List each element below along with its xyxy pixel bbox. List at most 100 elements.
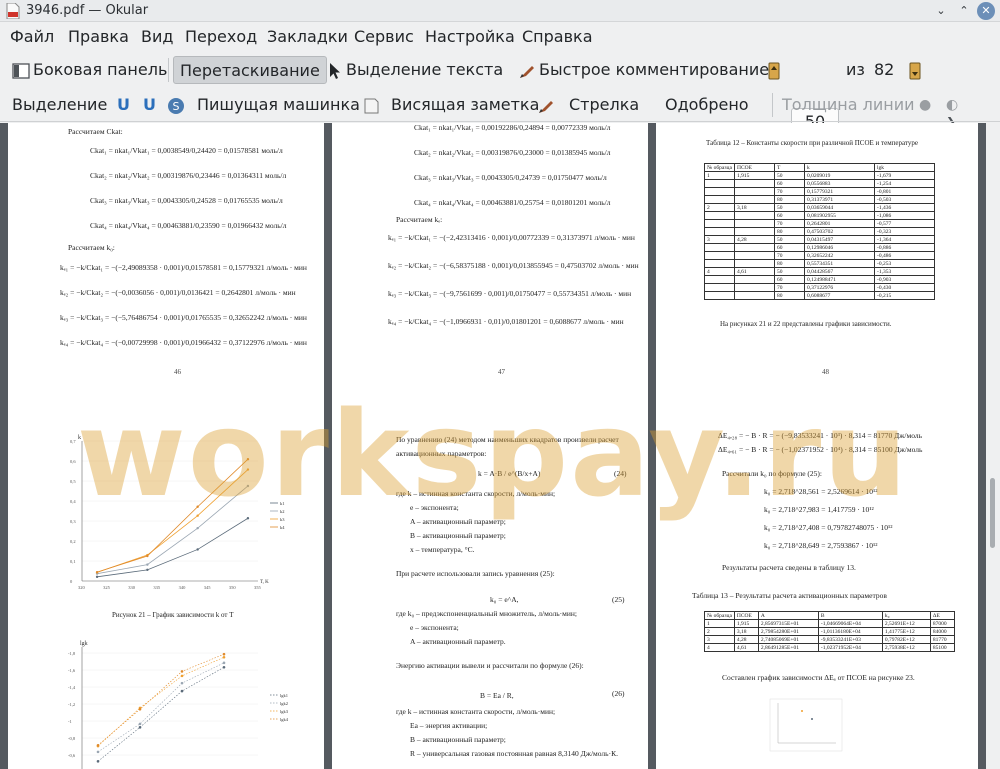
equation-24: k = A·B / e^(B/x+A)	[478, 469, 541, 478]
menu-file[interactable]: Файл	[10, 27, 54, 46]
table-cell: 1,41775E+12	[881, 627, 931, 636]
text-selection-button[interactable]: Выделение текста	[346, 56, 503, 84]
table-cell: -1,353	[874, 267, 935, 276]
series-line	[96, 458, 249, 573]
table-cell: 0,0209019	[804, 171, 875, 180]
paragraph: По уравнению (24) методом наименьших ква…	[396, 435, 619, 458]
data-point	[95, 575, 99, 579]
equation-line: Ckat₃ = nkat₃/Vkat₃ = 0,0043305/0,24528 …	[90, 196, 283, 205]
table-cell: -1,254	[874, 179, 935, 188]
next-page-icon[interactable]	[906, 62, 924, 80]
equation-line: k₀ = 2,718^27,983 = 1,417759 · 10¹²	[764, 505, 874, 514]
table-cell: 0,03659044	[804, 203, 875, 212]
table-cell: -0,801	[874, 187, 935, 196]
pop-up-note-button[interactable]: Висящая заметка	[391, 91, 539, 119]
strikeout-icon[interactable]: S	[167, 97, 185, 115]
table-cell: 50	[774, 235, 805, 244]
table-title: Таблица 12 – Константы скорости при разл…	[706, 139, 918, 147]
sidebar-button[interactable]: Боковая панель	[33, 56, 167, 84]
svg-text:S: S	[173, 100, 180, 113]
table-cell: 3	[704, 235, 735, 244]
table-cell: 70	[774, 251, 805, 260]
table-cell: -1,02371952E+04	[817, 643, 883, 652]
axis-label: T, K	[260, 580, 269, 585]
scrollbar-thumb[interactable]	[990, 478, 995, 548]
table-cell: -0,486	[874, 251, 935, 260]
tick-label: 340	[179, 585, 187, 590]
page-49: k 0,7 0,6 0,5 0,4 0,3 0,2 0,1 0 320 325 330 335 340 34…	[8, 395, 324, 769]
tick-label: 335	[153, 585, 161, 590]
table-row: 70 0,32652242 -0,486	[704, 251, 935, 260]
data-point	[96, 743, 100, 747]
table-cell: 1,915	[734, 171, 775, 180]
table-cell: 2,79854280E+01	[757, 627, 819, 636]
menu-edit[interactable]: Правка	[68, 27, 129, 46]
menu-settings[interactable]: Настройка	[425, 27, 515, 46]
menu-view[interactable]: Вид	[141, 27, 173, 46]
minimize-icon[interactable]: ⌄	[932, 2, 950, 20]
highlight-button[interactable]: Выделение	[12, 91, 107, 119]
typewriter-button[interactable]: Пишущая машинка	[197, 91, 360, 119]
series-line	[97, 517, 249, 578]
table-cell: -1,364	[874, 235, 935, 244]
underline-icon[interactable]: U	[117, 91, 130, 119]
definition: R – универсальная газовая постоянная рав…	[410, 749, 618, 758]
quick-comment-icon	[520, 66, 534, 78]
table-cell	[734, 291, 775, 300]
table-cell: 0,47503702	[804, 227, 875, 236]
document-view[interactable]: Рассчитаем Ckat: Ckat₁ = nkat₁/Vkat₁ = 0…	[0, 123, 986, 769]
table-cell: 0,79782E+12	[881, 635, 931, 644]
opacity-icon[interactable]: ◐	[946, 91, 958, 119]
tick-label: 345	[204, 585, 212, 590]
tick-label: 0,1	[70, 559, 76, 565]
squiggle-icon[interactable]: U	[143, 91, 156, 119]
previous-page-icon[interactable]	[765, 62, 783, 80]
table-cell: 50	[774, 203, 805, 212]
table-header-cell: lgk	[874, 163, 935, 172]
table-cell	[704, 291, 735, 300]
table-cell	[704, 219, 735, 228]
pdf-file-icon	[6, 3, 20, 19]
page-total-label: 82	[874, 60, 895, 79]
definition: B – активационный параметр;	[410, 735, 506, 744]
legend-label: lgk4	[280, 717, 289, 722]
drag-mode-button[interactable]: Перетаскивание	[173, 56, 327, 84]
quick-comment-button[interactable]: Быстрое комментирование	[539, 56, 769, 84]
table-cell: 2,52691E+12	[881, 619, 931, 628]
equation-number: (24)	[614, 469, 627, 478]
color-icon[interactable]: ●	[919, 91, 931, 119]
menu-tools[interactable]: Сервис	[354, 27, 414, 46]
table-cell	[734, 259, 775, 268]
close-icon[interactable]: ✕	[977, 2, 995, 20]
menu-bookmarks[interactable]: Закладки	[267, 27, 348, 46]
table-cell	[704, 251, 735, 260]
legend-label: k1	[280, 501, 285, 506]
arrow-button[interactable]: Стрелка	[569, 91, 639, 119]
tick-label: -0,8	[68, 736, 76, 742]
data-point	[180, 674, 184, 678]
maximize-icon[interactable]: ⌃	[955, 2, 973, 20]
table-cell	[734, 195, 775, 204]
stamp-button[interactable]: Одобрено	[665, 91, 749, 119]
line-width-button[interactable]: Толщина линии	[782, 91, 915, 119]
series-line	[97, 662, 225, 753]
vertical-scrollbar[interactable]	[986, 123, 1000, 769]
sidebar-icon	[12, 63, 30, 79]
ckat-heading: Рассчитаем Ckat:	[68, 127, 123, 136]
table-cell	[734, 227, 775, 236]
table-cell: 60	[774, 243, 805, 252]
table-row: 80 0,31373971 -0,503	[704, 195, 935, 204]
equation-number: (26)	[612, 689, 625, 698]
main-toolbar: Боковая панель Перетаскивание Выделение …	[0, 52, 1000, 136]
page-of-label: из	[846, 60, 865, 79]
k-heading: Рассчитаем k₀:	[68, 243, 115, 252]
table-cell: 3,18	[733, 627, 759, 636]
table-row: 1 1,915 50 0,0209019 -1,679	[704, 171, 935, 180]
table-cell: -0,577	[874, 219, 935, 228]
table-cell	[704, 259, 735, 268]
table-cell	[704, 227, 735, 236]
menu-help[interactable]: Справка	[522, 27, 593, 46]
menu-go[interactable]: Переход	[185, 27, 257, 46]
equation-line: Ckat₂ = nkat₂/Vkat₂ = 0,00319876/0,23446…	[90, 171, 287, 180]
table-row: 60 0,124988471 -0,903	[704, 275, 935, 284]
